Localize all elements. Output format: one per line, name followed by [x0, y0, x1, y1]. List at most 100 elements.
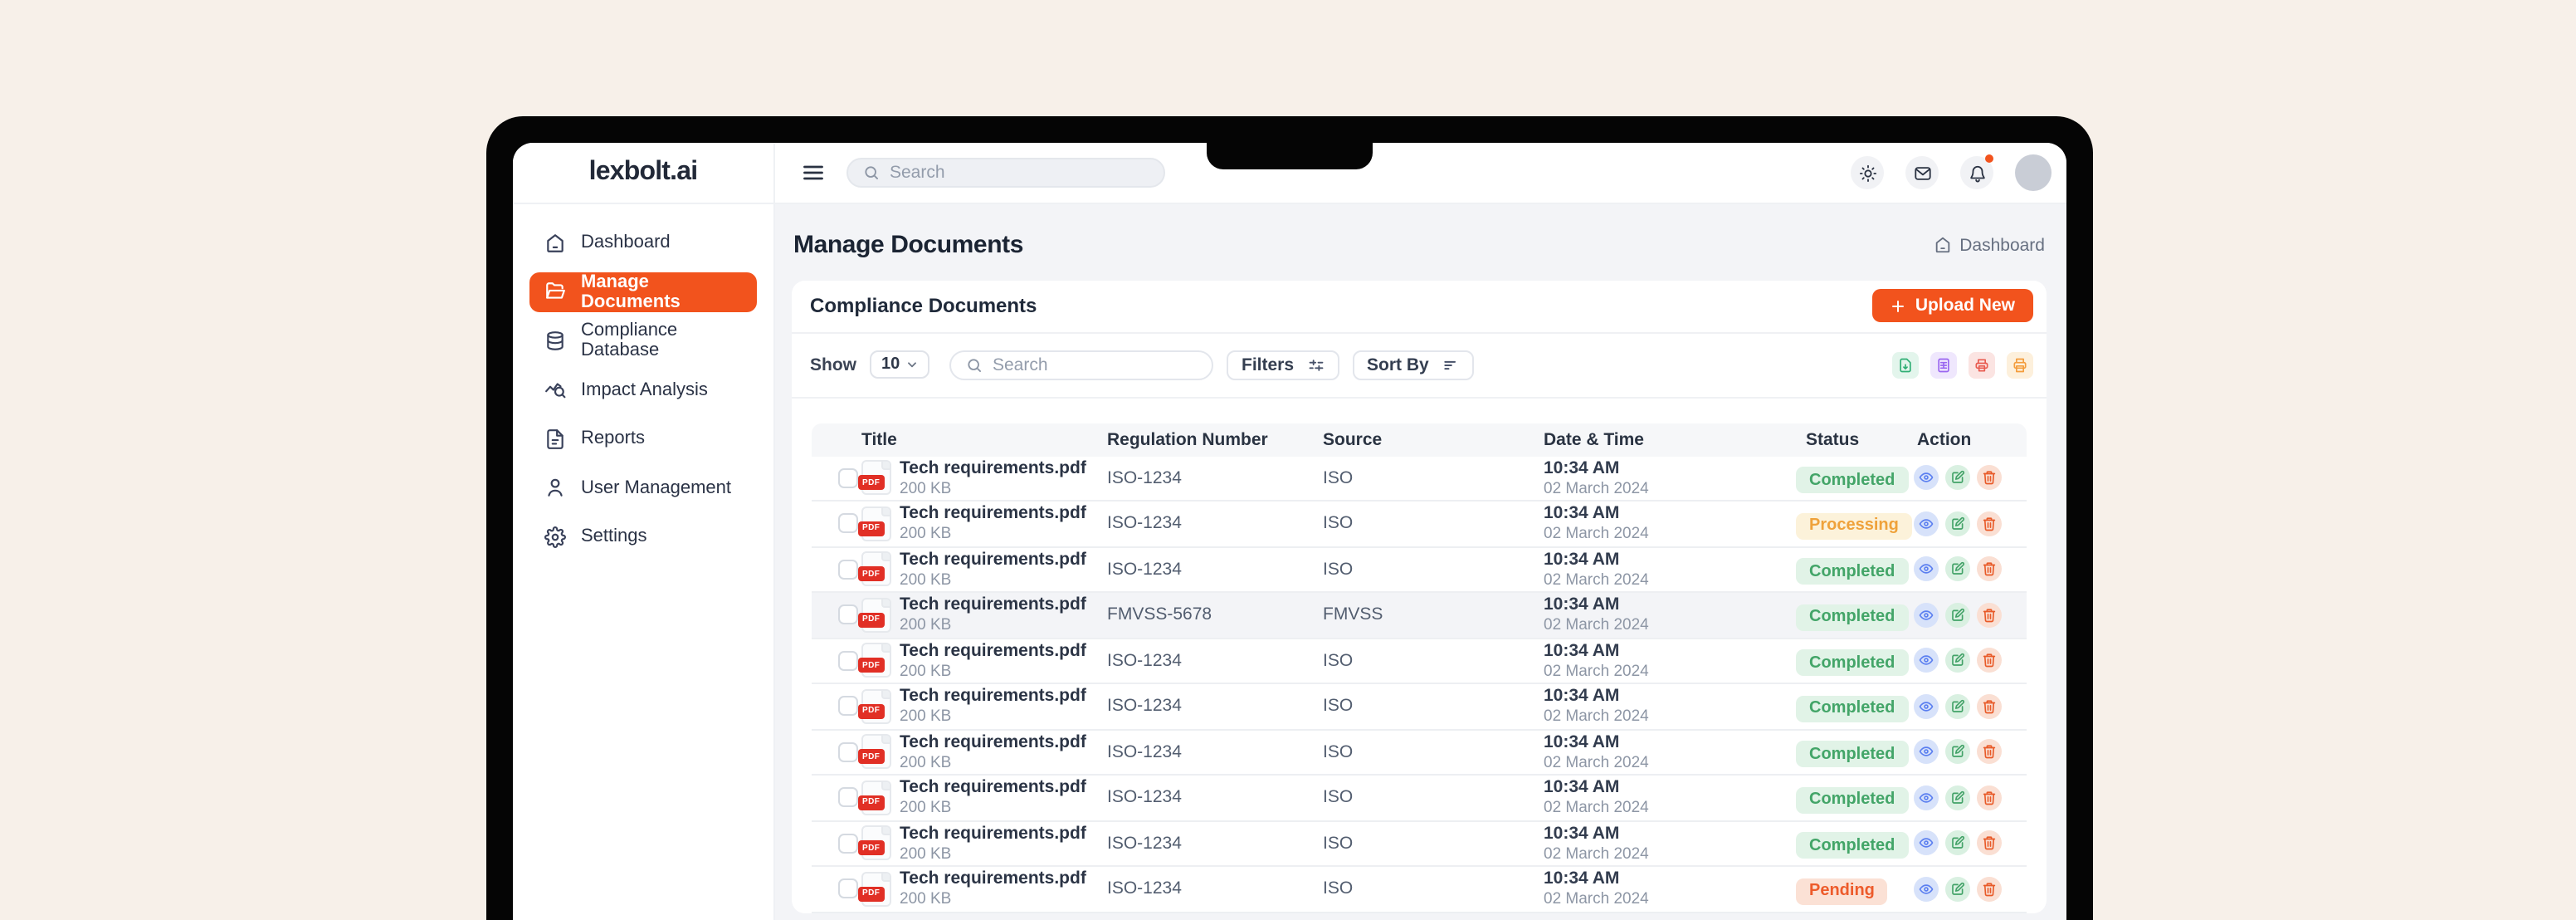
pdf-file-icon: PDF [861, 506, 891, 541]
view-button[interactable] [1914, 831, 1939, 856]
delete-button[interactable] [1977, 648, 2002, 673]
file-name: Tech requirements.pdf [900, 550, 1086, 570]
sidebar-item-manage-documents[interactable]: Manage Documents [529, 272, 757, 311]
view-button[interactable] [1914, 740, 1939, 765]
row-checkbox[interactable] [838, 742, 858, 762]
eye-icon [1919, 471, 1934, 486]
view-button[interactable] [1914, 648, 1939, 673]
edit-button[interactable] [1945, 785, 1970, 810]
export-csv-button[interactable] [1892, 351, 1919, 378]
edit-button[interactable] [1945, 648, 1970, 673]
filters-button[interactable]: Filters [1227, 350, 1339, 379]
global-search-input[interactable] [890, 163, 1149, 183]
menu-toggle-button[interactable] [802, 161, 825, 184]
table-row[interactable]: PDF Tech requirements.pdf 200 KB ISO-123… [812, 821, 2027, 867]
topbar [775, 143, 2066, 204]
row-checkbox[interactable] [838, 514, 858, 534]
sidebar-item-dashboard[interactable]: Dashboard [529, 223, 757, 262]
edit-button[interactable] [1945, 694, 1970, 719]
row-checkbox[interactable] [838, 468, 858, 488]
source-cell: ISO [1323, 651, 1544, 671]
edit-pencil-icon [1950, 745, 1965, 760]
table-row[interactable]: PDF Tech requirements.pdf 200 KB ISO-123… [812, 776, 2027, 821]
sidebar-item-reports[interactable]: Reports [529, 418, 757, 458]
table-row[interactable]: PDF Tech requirements.pdf 200 KB ISO-123… [812, 456, 2027, 502]
view-button[interactable] [1914, 466, 1939, 491]
delete-button[interactable] [1977, 740, 2002, 765]
eye-icon [1919, 882, 1934, 897]
view-button[interactable] [1914, 603, 1939, 628]
pdf-badge: PDF [858, 704, 884, 719]
user-avatar[interactable] [2015, 154, 2052, 191]
edit-button[interactable] [1945, 740, 1970, 765]
row-checkbox[interactable] [838, 697, 858, 717]
sort-button[interactable]: Sort By [1352, 350, 1474, 379]
sidebar-item-label: Manage Documents [581, 272, 742, 311]
delete-button[interactable] [1977, 557, 2002, 582]
source-cell: ISO [1323, 834, 1544, 854]
eye-icon [1919, 745, 1934, 760]
edit-button[interactable] [1945, 831, 1970, 856]
table-search[interactable] [949, 350, 1213, 379]
upload-new-label: Upload New [1915, 296, 2015, 316]
row-checkbox[interactable] [838, 834, 858, 854]
delete-button[interactable] [1977, 831, 2002, 856]
view-button[interactable] [1914, 877, 1939, 902]
eye-icon [1919, 608, 1934, 623]
sidebar-item-impact-analysis[interactable]: Impact Analysis [529, 369, 757, 409]
time-cell: 10:34 AM [1544, 504, 1796, 524]
edit-button[interactable] [1945, 877, 1970, 902]
table-row[interactable]: PDF Tech requirements.pdf 200 KB ISO-123… [812, 730, 2027, 776]
view-button[interactable] [1914, 785, 1939, 810]
notifications-button[interactable] [1960, 156, 1993, 189]
row-checkbox[interactable] [838, 651, 858, 671]
delete-button[interactable] [1977, 877, 2002, 902]
delete-button[interactable] [1977, 466, 2002, 491]
row-checkbox[interactable] [838, 560, 858, 580]
date-cell: 02 March 2024 [1544, 526, 1796, 544]
edit-button[interactable] [1945, 603, 1970, 628]
sidebar-item-user-management[interactable]: User Management [529, 467, 757, 507]
table-row[interactable]: PDF Tech requirements.pdf 200 KB ISO-123… [812, 502, 2027, 547]
row-checkbox[interactable] [838, 788, 858, 808]
page-size-select[interactable]: 10 [870, 350, 929, 379]
pdf-file-icon: PDF [861, 461, 891, 496]
edit-button[interactable] [1945, 557, 1970, 582]
edit-button[interactable] [1945, 511, 1970, 536]
edit-button[interactable] [1945, 466, 1970, 491]
pdf-badge: PDF [858, 567, 884, 582]
delete-button[interactable] [1977, 785, 2002, 810]
trash-icon [1982, 836, 1997, 851]
view-button[interactable] [1914, 694, 1939, 719]
view-button[interactable] [1914, 511, 1939, 536]
row-checkbox[interactable] [838, 879, 858, 899]
export-pdf-button[interactable] [1969, 351, 1995, 378]
source-cell: ISO [1323, 514, 1544, 534]
table-row[interactable]: PDF Tech requirements.pdf 200 KB FMVSS-5… [812, 593, 2027, 639]
regulation-number-cell: FMVSS-5678 [1107, 605, 1323, 625]
delete-button[interactable] [1977, 511, 2002, 536]
table-row[interactable]: PDF Tech requirements.pdf 200 KB ISO-123… [812, 639, 2027, 684]
sidebar-item-settings[interactable]: Settings [529, 516, 757, 556]
table-row[interactable]: PDF Tech requirements.pdf 200 KB ISO-123… [812, 684, 2027, 730]
home-icon [544, 232, 566, 253]
table-search-input[interactable] [993, 355, 1197, 374]
print-button[interactable] [2007, 351, 2033, 378]
table-row[interactable]: PDF Tech requirements.pdf 200 KB ISO-123… [812, 867, 2027, 913]
sidebar-item-compliance-database[interactable]: Compliance Database [529, 321, 757, 360]
row-checkbox[interactable] [838, 605, 858, 625]
status-badge: Completed [1796, 786, 1908, 813]
time-cell: 10:34 AM [1544, 869, 1796, 889]
breadcrumb[interactable]: Dashboard [1933, 235, 2045, 255]
delete-button[interactable] [1977, 603, 2002, 628]
global-search[interactable] [846, 158, 1165, 188]
view-button[interactable] [1914, 557, 1939, 582]
delete-button[interactable] [1977, 694, 2002, 719]
export-excel-button[interactable] [1930, 351, 1957, 378]
eye-icon [1919, 836, 1934, 851]
upload-new-button[interactable]: Upload New [1872, 290, 2033, 323]
theme-toggle-button[interactable] [1851, 156, 1884, 189]
messages-button[interactable] [1905, 156, 1939, 189]
col-header-date-time: Date & Time [1544, 429, 1796, 449]
table-row[interactable]: PDF Tech requirements.pdf 200 KB ISO-123… [812, 547, 2027, 593]
